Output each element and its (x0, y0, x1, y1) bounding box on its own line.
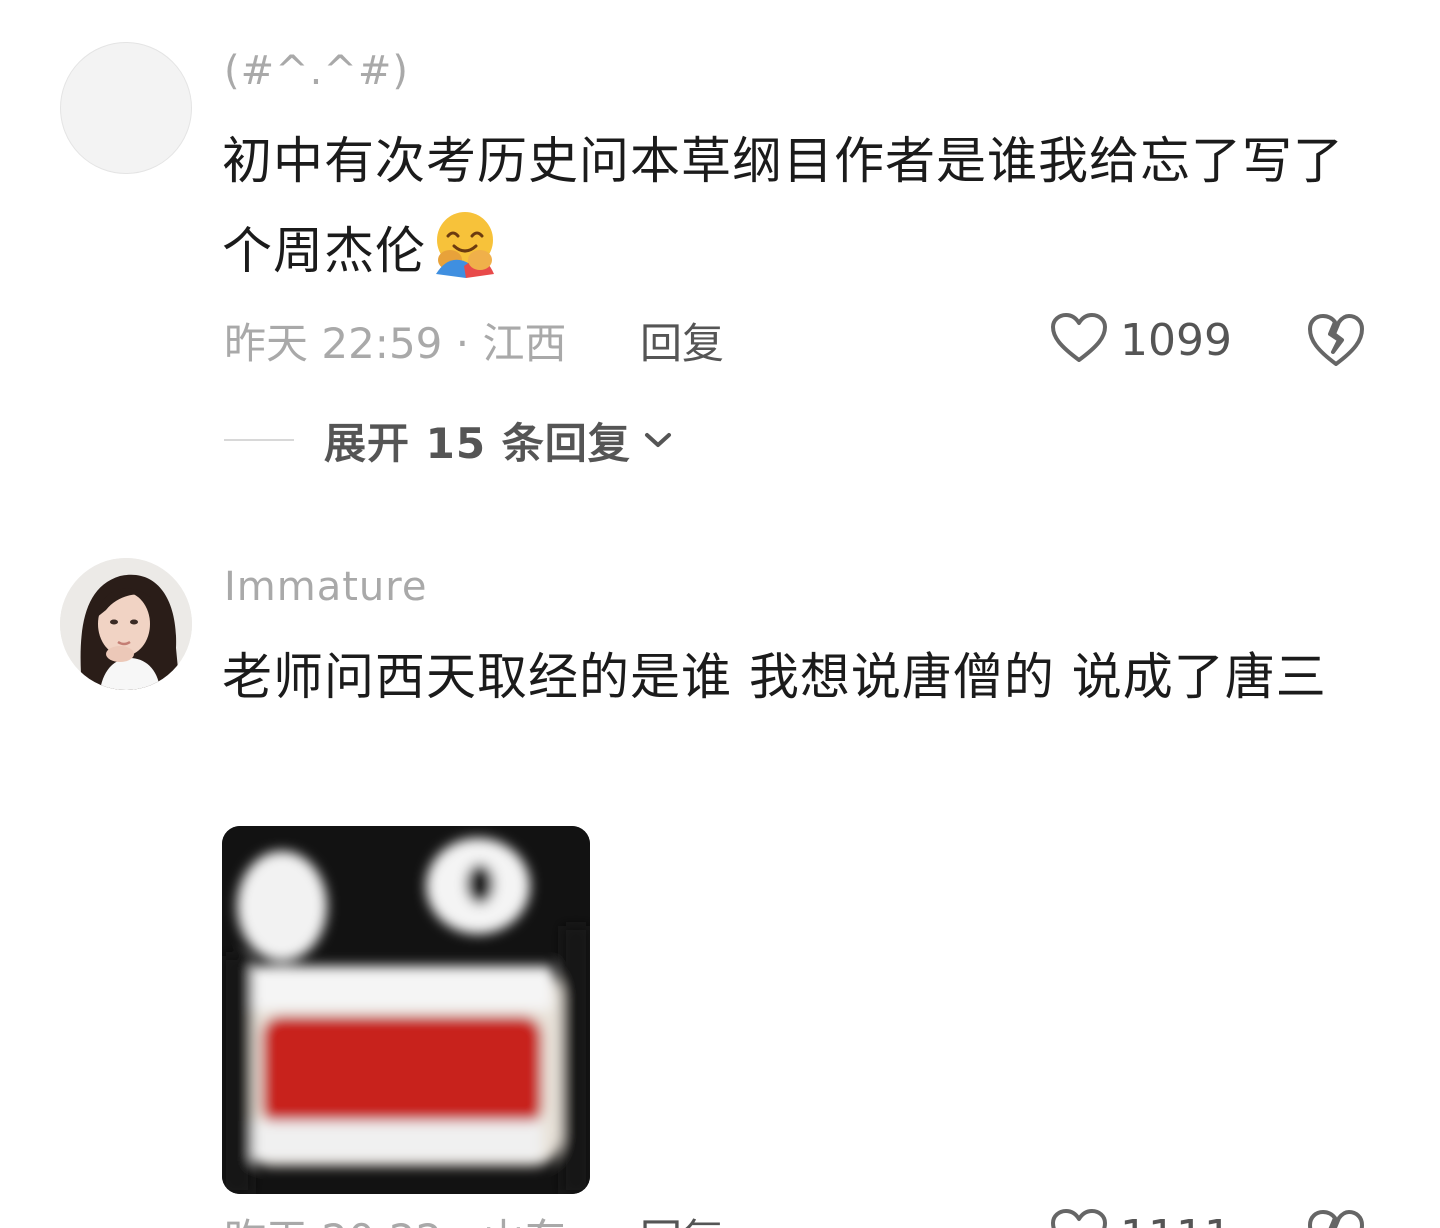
dislike-button[interactable] (1306, 312, 1366, 372)
comment-list: (#^.^#) 初中有次考历史问本草纲目作者是谁我给忘了写了个周杰伦 昨天 22… (0, 0, 1440, 1228)
meme-picture (222, 826, 590, 1194)
username[interactable]: Immature (224, 564, 427, 610)
comment-text: 老师问西天取经的是谁 我想说唐僧的 说成了唐三 (222, 648, 1327, 706)
username[interactable]: (#^.^#) (224, 48, 409, 94)
comment-item: (#^.^#) 初中有次考历史问本草纲目作者是谁我给忘了写了个周杰伦 昨天 22… (0, 0, 1440, 500)
user-avatar[interactable] (60, 558, 192, 690)
avatar-photo (60, 558, 192, 690)
expand-replies-label: 展开 15 条回复 (324, 418, 631, 468)
chevron-down-icon (643, 429, 673, 451)
user-avatar[interactable] (60, 42, 192, 174)
broken-heart-icon (1308, 314, 1364, 366)
divider-line (224, 439, 294, 441)
like-count: 1111 (1120, 1211, 1232, 1228)
heart-outline-icon (1050, 312, 1108, 368)
like-count: 1099 (1120, 314, 1232, 366)
laughing-meme-image[interactable] (222, 826, 590, 1194)
heart-outline-icon (1050, 1208, 1108, 1228)
timestamp-location: 昨天 20:22 · 山东 (224, 1206, 566, 1228)
comment-meta: 昨天 20:22 · 山东 回复 1111 (224, 1206, 1384, 1228)
reply-button[interactable]: 回复 (640, 310, 724, 371)
comment-item: Immature 老师问西天取经的是谁 我想说唐僧的 说成了唐三 (0, 540, 1440, 1228)
broken-heart-icon (1308, 1210, 1364, 1228)
comment-meta: 昨天 22:59 · 江西 回复 1099 (224, 310, 1384, 370)
comment-body: 初中有次考历史问本草纲目作者是谁我给忘了写了个周杰伦 (222, 132, 1344, 280)
like-button[interactable]: 1111 (1050, 1208, 1232, 1228)
hugging-face-emoji (430, 208, 500, 306)
expand-replies[interactable]: 展开 15 条回复 (224, 410, 673, 470)
timestamp-location: 昨天 22:59 · 江西 (224, 319, 567, 368)
like-button[interactable]: 1099 (1050, 312, 1232, 368)
reply-button[interactable]: 回复 (640, 1206, 724, 1228)
comment-text: 初中有次考历史问本草纲目作者是谁我给忘了写了个周杰伦 (222, 116, 1372, 306)
dislike-button[interactable] (1306, 1208, 1366, 1228)
